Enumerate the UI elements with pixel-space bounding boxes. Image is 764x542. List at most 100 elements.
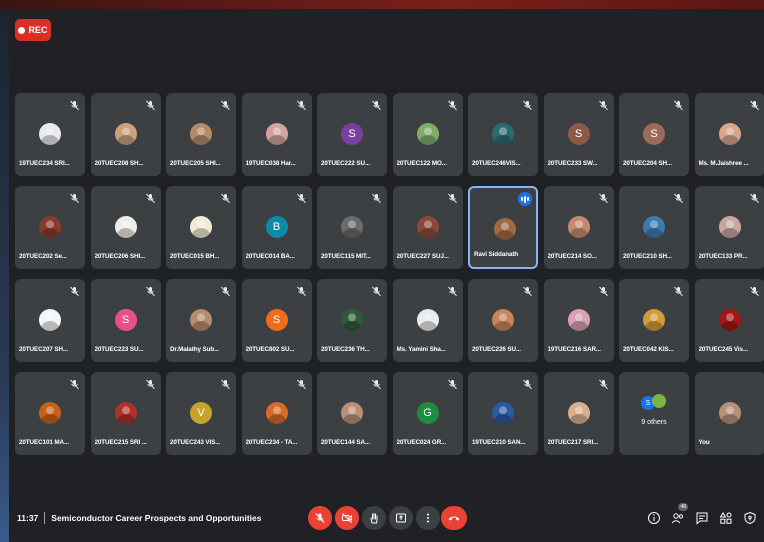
mic-muted-icon bbox=[522, 377, 533, 390]
participant-name: Ravi Siddanath bbox=[474, 251, 519, 258]
participant-tile[interactable]: Ravi Siddanath bbox=[468, 186, 538, 269]
participant-name: 20TUEC202 Se... bbox=[19, 253, 67, 260]
avatar bbox=[190, 309, 212, 331]
mic-muted-icon bbox=[296, 191, 307, 204]
participant-name: 20TUEC133 PR... bbox=[698, 253, 748, 260]
present-button[interactable] bbox=[389, 506, 413, 530]
participant-tile[interactable]: S 20TUEC802 SU... bbox=[241, 279, 312, 362]
people-button[interactable]: 48 bbox=[670, 503, 688, 526]
mic-muted-icon bbox=[673, 98, 684, 111]
mic-muted-icon bbox=[371, 284, 382, 297]
participant-count-badge: 48 bbox=[678, 503, 688, 511]
participant-tile[interactable]: 20TUEC245 Vis... bbox=[694, 279, 764, 362]
mic-muted-icon bbox=[749, 191, 760, 204]
others-tile[interactable]: S 9 others bbox=[619, 372, 689, 455]
participant-name: 19TUEC234 SRI... bbox=[19, 160, 70, 167]
participant-tile[interactable]: S 20TUEC222 SU... bbox=[317, 93, 387, 176]
participant-tile[interactable]: 19TUEC234 SRI... bbox=[15, 93, 85, 176]
participant-tile[interactable]: Ms. Yamini Sha... bbox=[392, 279, 463, 362]
participant-tile[interactable]: Ms. M.Jaishree ... bbox=[694, 93, 764, 176]
mic-off-icon bbox=[315, 513, 325, 523]
mic-muted-icon bbox=[145, 191, 156, 204]
avatar bbox=[114, 216, 137, 238]
participant-tile[interactable]: 20TUEC015 BH... bbox=[166, 186, 236, 269]
mic-muted-icon bbox=[220, 377, 231, 390]
avatar bbox=[39, 216, 61, 238]
participant-tile[interactable]: 19TUEC038 Har... bbox=[241, 93, 312, 176]
activities-button[interactable] bbox=[718, 510, 734, 526]
mic-muted-icon bbox=[673, 284, 684, 297]
participant-tile[interactable]: 20TUEC234 - TA... bbox=[241, 372, 312, 455]
participant-tile[interactable]: 20TUEC144 SA... bbox=[317, 372, 387, 455]
participant-tile[interactable]: 20TUEC115 MIT... bbox=[317, 186, 387, 269]
raise-hand-button[interactable] bbox=[362, 506, 386, 530]
present-icon bbox=[396, 513, 406, 523]
participant-tile[interactable]: S 20TUEC204 SH... bbox=[619, 93, 689, 176]
participant-tile[interactable]: B 20TUEC014 BA... bbox=[241, 186, 312, 269]
participant-tile[interactable]: S 20TUEC223 SU... bbox=[90, 279, 161, 362]
mic-muted-icon bbox=[296, 98, 307, 111]
participant-tile[interactable]: 19TUEC210 SAN... bbox=[468, 372, 538, 455]
participant-tile[interactable]: 20TUEC217 SRI... bbox=[543, 372, 614, 455]
camera-off-button[interactable] bbox=[335, 506, 359, 530]
participant-tile[interactable]: You bbox=[694, 372, 764, 455]
more-options-button[interactable] bbox=[416, 506, 440, 530]
participant-tile[interactable]: 20TUEC226 SU... bbox=[468, 279, 538, 362]
participant-tile[interactable]: S 20TUEC233 SW... bbox=[543, 93, 614, 176]
participant-tile[interactable]: 20TUEC122 MO... bbox=[392, 93, 463, 176]
participant-tile[interactable]: 20TUEC205 SHI... bbox=[166, 93, 236, 176]
hand-icon bbox=[370, 513, 378, 524]
participant-name: Dr.Malathy Sub... bbox=[170, 346, 220, 353]
avatar bbox=[492, 123, 514, 145]
participant-tile[interactable]: 20TUEC101 MA... bbox=[15, 372, 85, 455]
participant-tile[interactable]: 20TUEC215 SRI ... bbox=[90, 372, 161, 455]
participant-tile[interactable]: 19TUEC216 SAR... bbox=[543, 279, 614, 362]
avatar bbox=[643, 309, 665, 331]
participant-tile[interactable]: G 20TUEC024 GR... bbox=[392, 372, 463, 455]
leave-call-button[interactable] bbox=[441, 506, 467, 530]
meeting-title[interactable]: Semiconductor Career Prospects and Oppor… bbox=[51, 513, 261, 523]
participant-tile[interactable]: 20TUEC214 SO... bbox=[543, 186, 614, 269]
shield-lock-icon bbox=[744, 511, 756, 525]
participant-tile[interactable]: 20TUEC207 SH... bbox=[15, 279, 85, 362]
participant-tile[interactable]: 20TUEC246VIS... bbox=[468, 93, 538, 176]
participant-name: 20TUEC234 - TA... bbox=[245, 439, 298, 446]
participant-name: 20TUEC144 SA... bbox=[321, 439, 370, 446]
meeting-info: 11:37 Semiconductor Career Prospects and… bbox=[17, 512, 261, 524]
participant-name: 20TUEC207 SH... bbox=[19, 346, 68, 353]
participant-tile[interactable]: 20TUEC133 PR... bbox=[694, 186, 764, 269]
chat-button[interactable] bbox=[694, 510, 710, 526]
avatar: S bbox=[114, 309, 137, 331]
mic-off-button[interactable] bbox=[308, 506, 332, 530]
avatar bbox=[39, 123, 61, 145]
avatar: S bbox=[265, 309, 288, 331]
participant-tile[interactable]: 20TUEC236 TH... bbox=[317, 279, 387, 362]
mic-muted-icon bbox=[371, 377, 382, 390]
participant-name: 20TUEC204 SH... bbox=[623, 160, 672, 167]
participant-tile[interactable]: Dr.Malathy Sub... bbox=[166, 279, 236, 362]
record-dot-icon bbox=[18, 26, 26, 34]
participant-tile[interactable]: 20TUEC208 SH... bbox=[90, 93, 161, 176]
participant-name: 20TUEC210 SH... bbox=[623, 253, 672, 260]
avatar bbox=[567, 402, 590, 424]
meeting-details-button[interactable] bbox=[646, 510, 662, 526]
participant-tile[interactable]: 20TUEC210 SH... bbox=[619, 186, 689, 269]
mic-muted-icon bbox=[749, 98, 760, 111]
host-controls-button[interactable] bbox=[742, 510, 758, 526]
participant-tile[interactable]: V 20TUEC243 VIS... bbox=[166, 372, 236, 455]
participant-tile[interactable]: 20TUEC042 KIS... bbox=[619, 279, 689, 362]
divider bbox=[44, 512, 46, 524]
participant-tile[interactable]: 20TUEC206 SHI... bbox=[90, 186, 161, 269]
participant-tile[interactable]: 20TUEC227 SUJ... bbox=[392, 186, 463, 269]
participant-name: 20TUEC246VIS... bbox=[472, 160, 521, 167]
avatar bbox=[718, 123, 741, 145]
avatar bbox=[114, 402, 137, 424]
mic-muted-icon bbox=[69, 98, 80, 111]
participant-name: You bbox=[698, 439, 710, 446]
avatar bbox=[39, 402, 61, 424]
participant-name: 19TUEC038 Har... bbox=[245, 160, 296, 167]
avatar bbox=[416, 309, 439, 331]
recording-badge[interactable]: REC bbox=[15, 19, 51, 41]
participant-tile[interactable]: 20TUEC202 Se... bbox=[15, 186, 85, 269]
participant-name: 20TUEC015 BH... bbox=[170, 253, 220, 260]
